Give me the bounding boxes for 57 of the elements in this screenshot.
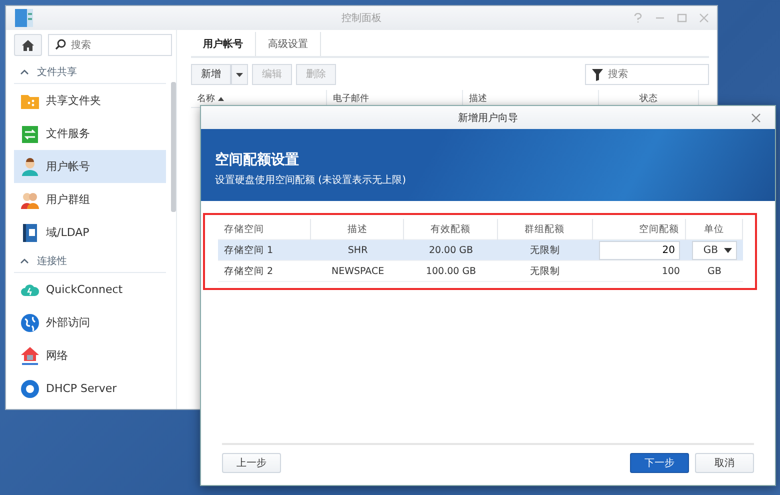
house-network-icon [20, 346, 40, 366]
table-cell: 20.00 GB [428, 244, 474, 256]
cancel-button[interactable]: 取消 [695, 453, 754, 473]
dropdown-button[interactable] [231, 64, 248, 84]
table-cell: NEWSPACE [331, 266, 384, 276]
filter-icon [592, 68, 603, 80]
caret-icon [724, 248, 732, 252]
sidebar-item[interactable]: DHCP Server [14, 372, 166, 405]
contact-book-icon [20, 222, 40, 242]
split-button[interactable]: 新增 [191, 64, 231, 84]
table-row[interactable]: 存储空间 1 SHR 20.00 GB 无限制 20 GB [218, 240, 743, 261]
table-cell: GB [708, 266, 722, 276]
globe-icon [20, 312, 40, 332]
sidebar-item[interactable]: 用户群组 [14, 183, 166, 216]
step-description: 设置硬盘使用空间配额 (未设置表示无上限) [215, 174, 407, 187]
chevron-up-icon [20, 258, 29, 264]
caret-icon [236, 72, 243, 76]
step-title: 空间配额设置 [215, 151, 300, 169]
table-cell: SHR [348, 244, 368, 256]
tab[interactable]: 高级设置 [256, 32, 321, 56]
sidebar-item[interactable]: 文件服务 [14, 117, 166, 150]
table-cell: 100 [662, 266, 680, 276]
table-cell: 存储空间 2 [224, 264, 274, 278]
table-cell: 100.00 GB [426, 266, 476, 276]
search-icon [55, 39, 66, 50]
control-panel-icon [14, 8, 34, 28]
table-row[interactable]: 存储空间 2 NEWSPACE 100.00 GB 无限制 100 GB [218, 261, 743, 282]
chevron-up-icon [20, 68, 29, 74]
close-icon[interactable] [699, 13, 709, 23]
table-cell: 存储空间 1 [224, 244, 274, 256]
quota-input[interactable]: 20 [598, 240, 680, 260]
back-button[interactable]: 上一步 [222, 453, 281, 473]
next-button[interactable]: 下一步 [630, 453, 689, 473]
search-field[interactable]: 搜索 [48, 34, 172, 56]
filter-field[interactable]: 搜索 [585, 64, 709, 84]
scrollbar[interactable] [171, 82, 176, 212]
table-cell: 无限制 [530, 264, 560, 278]
tab[interactable]: 用户帐号 [191, 32, 256, 56]
file-transfer-icon [20, 124, 40, 144]
user-icon [20, 156, 40, 176]
table-cell: 无限制 [530, 244, 560, 256]
sidebar-item[interactable]: 外部访问 [14, 306, 166, 339]
section-header[interactable]: 连接性 [14, 249, 166, 273]
sidebar-item[interactable]: QuickConnect [14, 273, 166, 306]
help-icon[interactable] [633, 13, 643, 23]
section-header[interactable]: 文件共享 [14, 60, 166, 84]
maximize-icon[interactable] [677, 13, 687, 23]
sidebar-item[interactable]: 共享文件夹 [14, 84, 166, 117]
home-button[interactable] [14, 34, 42, 56]
sidebar-item[interactable]: 域/LDAP [14, 216, 166, 249]
sidebar-item[interactable]: 用户帐号 [14, 150, 166, 183]
window-title: 控制面板 [340, 12, 382, 25]
home-icon [22, 40, 34, 50]
dialog-title: 新增用户向导 [458, 112, 518, 124]
close-icon[interactable] [751, 113, 761, 123]
unit-dropdown[interactable]: GB [692, 240, 737, 260]
sidebar-item[interactable]: 网络 [14, 339, 166, 372]
